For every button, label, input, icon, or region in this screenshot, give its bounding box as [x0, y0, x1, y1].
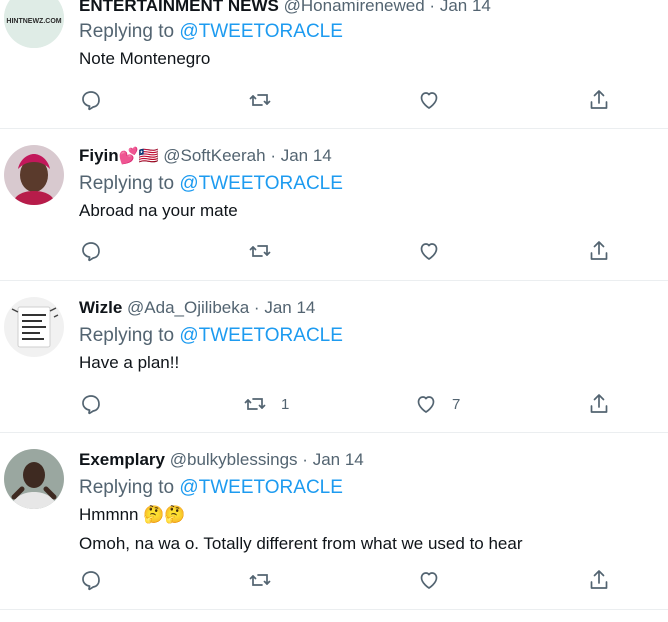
mention-link[interactable]: @TWEETORACLE	[179, 21, 343, 42]
reply-icon	[82, 242, 100, 262]
share-button[interactable]	[587, 239, 611, 263]
reply-button[interactable]	[79, 392, 103, 416]
tweet-actions	[79, 239, 668, 263]
share-button[interactable]	[587, 392, 611, 416]
replying-to: Replying to @TWEETORACLE	[79, 476, 668, 500]
mention-link[interactable]: @TWEETORACLE	[179, 477, 343, 498]
like-button[interactable]	[417, 568, 441, 592]
avatar[interactable]: HINTNEWZ.COM	[4, 0, 64, 48]
tweet-text-line: Omoh, na wa o. Totally different from wh…	[79, 534, 523, 553]
retweet-count: 1	[281, 395, 290, 413]
display-name[interactable]: Fiyin	[79, 146, 119, 165]
retweet-button[interactable]	[248, 568, 272, 592]
retweet-icon	[249, 94, 271, 106]
tweet-date[interactable]: Jan 14	[440, 0, 491, 15]
mention-link[interactable]: @TWEETORACLE	[179, 173, 343, 194]
tweet-header: Exemplary @bulkyblessings · Jan 14	[79, 448, 668, 472]
avatar-logo-text: HINTNEWZ.COM	[6, 18, 61, 25]
separator: ·	[253, 298, 260, 317]
avatar-image	[4, 145, 64, 205]
retweet-button[interactable]: 1	[243, 392, 289, 416]
replying-to-label: Replying to	[79, 21, 180, 42]
heart-icon	[420, 572, 438, 589]
reply-icon	[82, 571, 100, 591]
avatar[interactable]	[4, 145, 64, 205]
separator: ·	[270, 146, 276, 165]
avatar-image	[4, 297, 64, 357]
tweet-actions	[79, 568, 668, 592]
share-button[interactable]	[587, 88, 611, 112]
reply-button[interactable]	[79, 88, 103, 112]
heart-icon	[420, 243, 438, 260]
share-button[interactable]	[587, 568, 611, 592]
handle[interactable]: @Honamirenewed	[284, 0, 425, 15]
share-icon	[590, 90, 608, 109]
tweet-actions: 1 7	[79, 392, 668, 416]
like-button[interactable]	[417, 88, 441, 112]
reply-icon	[82, 91, 100, 111]
heart-icon	[420, 92, 438, 109]
replying-to: Replying to @TWEETORACLE	[79, 172, 668, 196]
name-emoji: 💕🇱🇷	[118, 148, 159, 165]
replying-to: Replying to @TWEETORACLE	[79, 324, 668, 348]
display-name[interactable]: ENTERTAINMENT NEWS	[79, 0, 279, 15]
retweet-icon	[249, 245, 271, 257]
tweet-date[interactable]: Jan 14	[281, 146, 332, 165]
replying-to-label: Replying to	[79, 477, 180, 498]
display-name[interactable]: Wizle	[79, 298, 122, 317]
display-name[interactable]: Exemplary	[79, 450, 165, 469]
tweet[interactable]: Exemplary @bulkyblessings · Jan 14 Reply…	[0, 433, 668, 610]
tweet-header: ENTERTAINMENT NEWS @Honamirenewed · Jan …	[79, 0, 668, 18]
share-icon	[590, 241, 608, 260]
retweet-button[interactable]	[248, 239, 272, 263]
mention-link[interactable]: @TWEETORACLE	[179, 325, 343, 346]
tweet[interactable]: Wizle @Ada_Ojilibeka · Jan 14 Replying t…	[0, 281, 668, 433]
avatar[interactable]	[4, 297, 64, 357]
separator: ·	[302, 450, 308, 469]
tweet-date[interactable]: Jan 14	[264, 298, 315, 317]
retweet-icon	[249, 574, 271, 586]
separator: ·	[429, 0, 436, 15]
share-icon	[590, 394, 608, 413]
replying-to-label: Replying to	[79, 325, 180, 346]
avatar[interactable]	[4, 449, 64, 509]
tweet[interactable]: HINTNEWZ.COM ENTERTAINMENT NEWS @Honamir…	[0, 0, 668, 129]
replying-to: Replying to @TWEETORACLE	[79, 20, 668, 44]
tweet-header: Wizle @Ada_Ojilibeka · Jan 14	[79, 296, 668, 320]
tweet-text: Have a plan!!	[79, 353, 180, 372]
reply-icon	[82, 395, 100, 415]
tweet-header: Fiyin💕🇱🇷 @SoftKeerah · Jan 14	[79, 144, 668, 168]
like-button[interactable]: 7	[414, 392, 460, 416]
handle[interactable]: @Ada_Ojilibeka	[127, 298, 249, 317]
reply-button[interactable]	[79, 239, 103, 263]
avatar-image: HINTNEWZ.COM	[4, 0, 64, 48]
reply-button[interactable]	[79, 568, 103, 592]
tweet-text: Abroad na your mate	[79, 201, 238, 220]
tweet-text: Note Montenegro	[79, 49, 211, 68]
replying-to-label: Replying to	[79, 173, 180, 194]
like-button[interactable]	[417, 239, 441, 263]
handle[interactable]: @bulkyblessings	[170, 450, 298, 469]
tweet-actions	[79, 88, 668, 112]
like-count: 7	[452, 395, 461, 413]
tweet[interactable]: Fiyin💕🇱🇷 @SoftKeerah · Jan 14 Replying t…	[0, 129, 668, 281]
handle[interactable]: @SoftKeerah	[163, 146, 265, 165]
retweet-icon	[244, 398, 266, 410]
heart-icon	[417, 396, 435, 413]
share-icon	[590, 570, 608, 589]
avatar-image	[4, 449, 64, 509]
tweet-text-line: Hmmnn 🤔🤔	[79, 505, 186, 524]
tweet-date[interactable]: Jan 14	[313, 450, 364, 469]
retweet-button[interactable]	[248, 88, 272, 112]
